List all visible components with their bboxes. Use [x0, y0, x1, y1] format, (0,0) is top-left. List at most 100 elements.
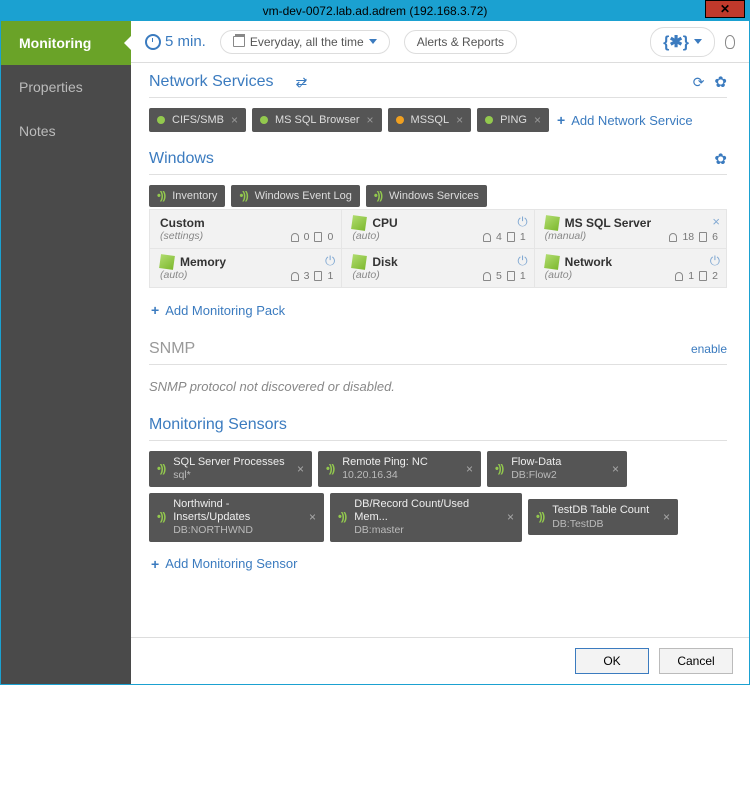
remove-icon[interactable]: ×: [297, 462, 304, 476]
remove-icon[interactable]: ×: [507, 510, 514, 524]
cancel-button[interactable]: Cancel: [659, 648, 733, 674]
lightbulb-icon[interactable]: [725, 35, 735, 49]
signal-icon: [536, 511, 544, 523]
section-title: Monitoring Sensors: [149, 416, 287, 434]
section-network-services: Network Services ⇄̷ ⟳ ✿ CIFS/SMB× MS SQL…: [149, 73, 727, 132]
pack-custom[interactable]: Custom (settings) 00: [150, 210, 341, 248]
service-chip[interactable]: CIFS/SMB×: [149, 108, 246, 132]
signal-icon: [374, 190, 382, 202]
bell-icon: [483, 233, 491, 242]
close-icon[interactable]: ×: [712, 214, 720, 229]
sensor-chip[interactable]: TestDB Table CountDB:TestDB×: [528, 499, 678, 535]
cube-icon: [544, 215, 560, 231]
sensor-chips: SQL Server Processessql*× Remote Ping: N…: [149, 451, 727, 542]
schedule-label: Everyday, all the time: [250, 35, 364, 49]
alerts-label: Alerts & Reports: [417, 35, 504, 49]
section-title: Network Services: [149, 73, 273, 91]
power-icon[interactable]: ⏻: [517, 253, 527, 269]
power-icon[interactable]: ⏻: [517, 214, 527, 230]
refresh-icon[interactable]: ⟳: [693, 74, 705, 91]
alerts-reports-button[interactable]: Alerts & Reports: [404, 30, 517, 54]
bell-icon: [291, 233, 299, 242]
gear-icon[interactable]: ✿: [714, 150, 727, 168]
report-icon: [314, 232, 322, 242]
signal-icon: [338, 511, 346, 523]
dialog-window: vm-dev-0072.lab.ad.adrem (192.168.3.72) …: [0, 0, 750, 685]
gear-icon[interactable]: ✿: [714, 73, 727, 91]
body: Monitoring Properties Notes 5 min. Every…: [1, 21, 749, 684]
pack-network[interactable]: Network (auto) ⏻ 12: [535, 249, 726, 287]
section-head: Network Services ⇄̷ ⟳ ✿: [149, 73, 727, 98]
service-chip[interactable]: MS SQL Browser×: [252, 108, 382, 132]
service-chip[interactable]: PING×: [477, 108, 549, 132]
signal-icon: [157, 511, 165, 523]
windows-chip-inventory[interactable]: Inventory: [149, 185, 225, 207]
remove-icon[interactable]: ×: [367, 113, 374, 127]
section-actions: enable: [691, 342, 727, 356]
windows-chip-services[interactable]: Windows Services: [366, 185, 487, 207]
cube-icon: [351, 254, 367, 270]
sensor-chip[interactable]: Northwind - Inserts/UpdatesDB:NORTHWND×: [149, 493, 324, 542]
sensor-chip[interactable]: DB/Record Count/Used Mem...DB:master×: [330, 493, 522, 542]
add-network-service[interactable]: +Add Network Service: [555, 108, 695, 132]
signal-icon: [157, 190, 165, 202]
calendar-icon: [233, 36, 245, 47]
main: 5 min. Everyday, all the time Alerts & R…: [131, 21, 749, 684]
remove-icon[interactable]: ×: [231, 113, 238, 127]
remove-icon[interactable]: ×: [466, 462, 473, 476]
bell-icon: [669, 233, 677, 242]
pack-disk[interactable]: Disk (auto) ⏻ 51: [342, 249, 533, 287]
report-icon: [507, 232, 515, 242]
section-sensors: Monitoring Sensors SQL Server Processess…: [149, 416, 727, 576]
ok-button[interactable]: OK: [575, 648, 649, 674]
power-icon[interactable]: ⏻: [710, 253, 720, 269]
schedule-dropdown[interactable]: Everyday, all the time: [220, 30, 390, 54]
section-actions: ✿: [714, 150, 727, 168]
bell-icon: [291, 272, 299, 281]
interval-control[interactable]: 5 min.: [145, 33, 206, 50]
section-title: SNMP: [149, 340, 195, 358]
interval-label: 5 min.: [165, 33, 206, 50]
titlebar: vm-dev-0072.lab.ad.adrem (192.168.3.72) …: [1, 1, 749, 21]
pack-mssql[interactable]: MS SQL Server (manual) × 186: [535, 210, 726, 248]
sidebar-item-properties[interactable]: Properties: [1, 65, 131, 109]
settings-dropdown[interactable]: {✱}: [650, 27, 715, 57]
remove-icon[interactable]: ×: [456, 113, 463, 127]
report-icon: [507, 271, 515, 281]
remove-icon[interactable]: ×: [663, 510, 670, 524]
pack-memory[interactable]: Memory (auto) ⏻ 31: [150, 249, 341, 287]
monitoring-packs: Custom (settings) 00 CPU (auto) ⏻ 41 MS …: [149, 209, 727, 288]
signal-icon: [495, 463, 503, 475]
sensor-chip[interactable]: Flow-DataDB:Flow2×: [487, 451, 627, 487]
add-monitoring-sensor[interactable]: +Add Monitoring Sensor: [149, 552, 727, 576]
remove-icon[interactable]: ×: [309, 510, 316, 524]
swap-icon[interactable]: ⇄̷: [295, 74, 307, 91]
status-dot-icon: [485, 116, 493, 124]
section-actions: ⟳ ✿: [693, 73, 727, 91]
cube-icon: [544, 254, 560, 270]
add-monitoring-pack[interactable]: +Add Monitoring Pack: [149, 298, 727, 322]
snmp-enable-link[interactable]: enable: [691, 342, 727, 356]
chevron-down-icon: [694, 39, 702, 44]
service-chip[interactable]: MSSQL×: [388, 108, 472, 132]
signal-icon: [157, 463, 165, 475]
section-head: SNMP enable: [149, 340, 727, 365]
plus-icon: +: [557, 112, 565, 128]
bell-icon: [675, 272, 683, 281]
close-button[interactable]: ✕: [705, 0, 745, 18]
power-icon[interactable]: ⏻: [325, 253, 335, 269]
status-dot-icon: [260, 116, 268, 124]
remove-icon[interactable]: ×: [534, 113, 541, 127]
section-windows: Windows ✿ Inventory Windows Event Log Wi…: [149, 150, 727, 322]
report-icon: [699, 232, 707, 242]
sensor-chip[interactable]: SQL Server Processessql*×: [149, 451, 312, 487]
sensor-chip[interactable]: Remote Ping: NC10.20.16.34×: [318, 451, 481, 487]
bell-icon: [483, 272, 491, 281]
remove-icon[interactable]: ×: [612, 462, 619, 476]
pack-cpu[interactable]: CPU (auto) ⏻ 41: [342, 210, 533, 248]
windows-action-chips: Inventory Windows Event Log Windows Serv…: [149, 185, 727, 207]
sidebar-item-monitoring[interactable]: Monitoring: [1, 21, 131, 65]
toolbar: 5 min. Everyday, all the time Alerts & R…: [131, 21, 749, 63]
sidebar-item-notes[interactable]: Notes: [1, 109, 131, 153]
windows-chip-eventlog[interactable]: Windows Event Log: [231, 185, 359, 207]
